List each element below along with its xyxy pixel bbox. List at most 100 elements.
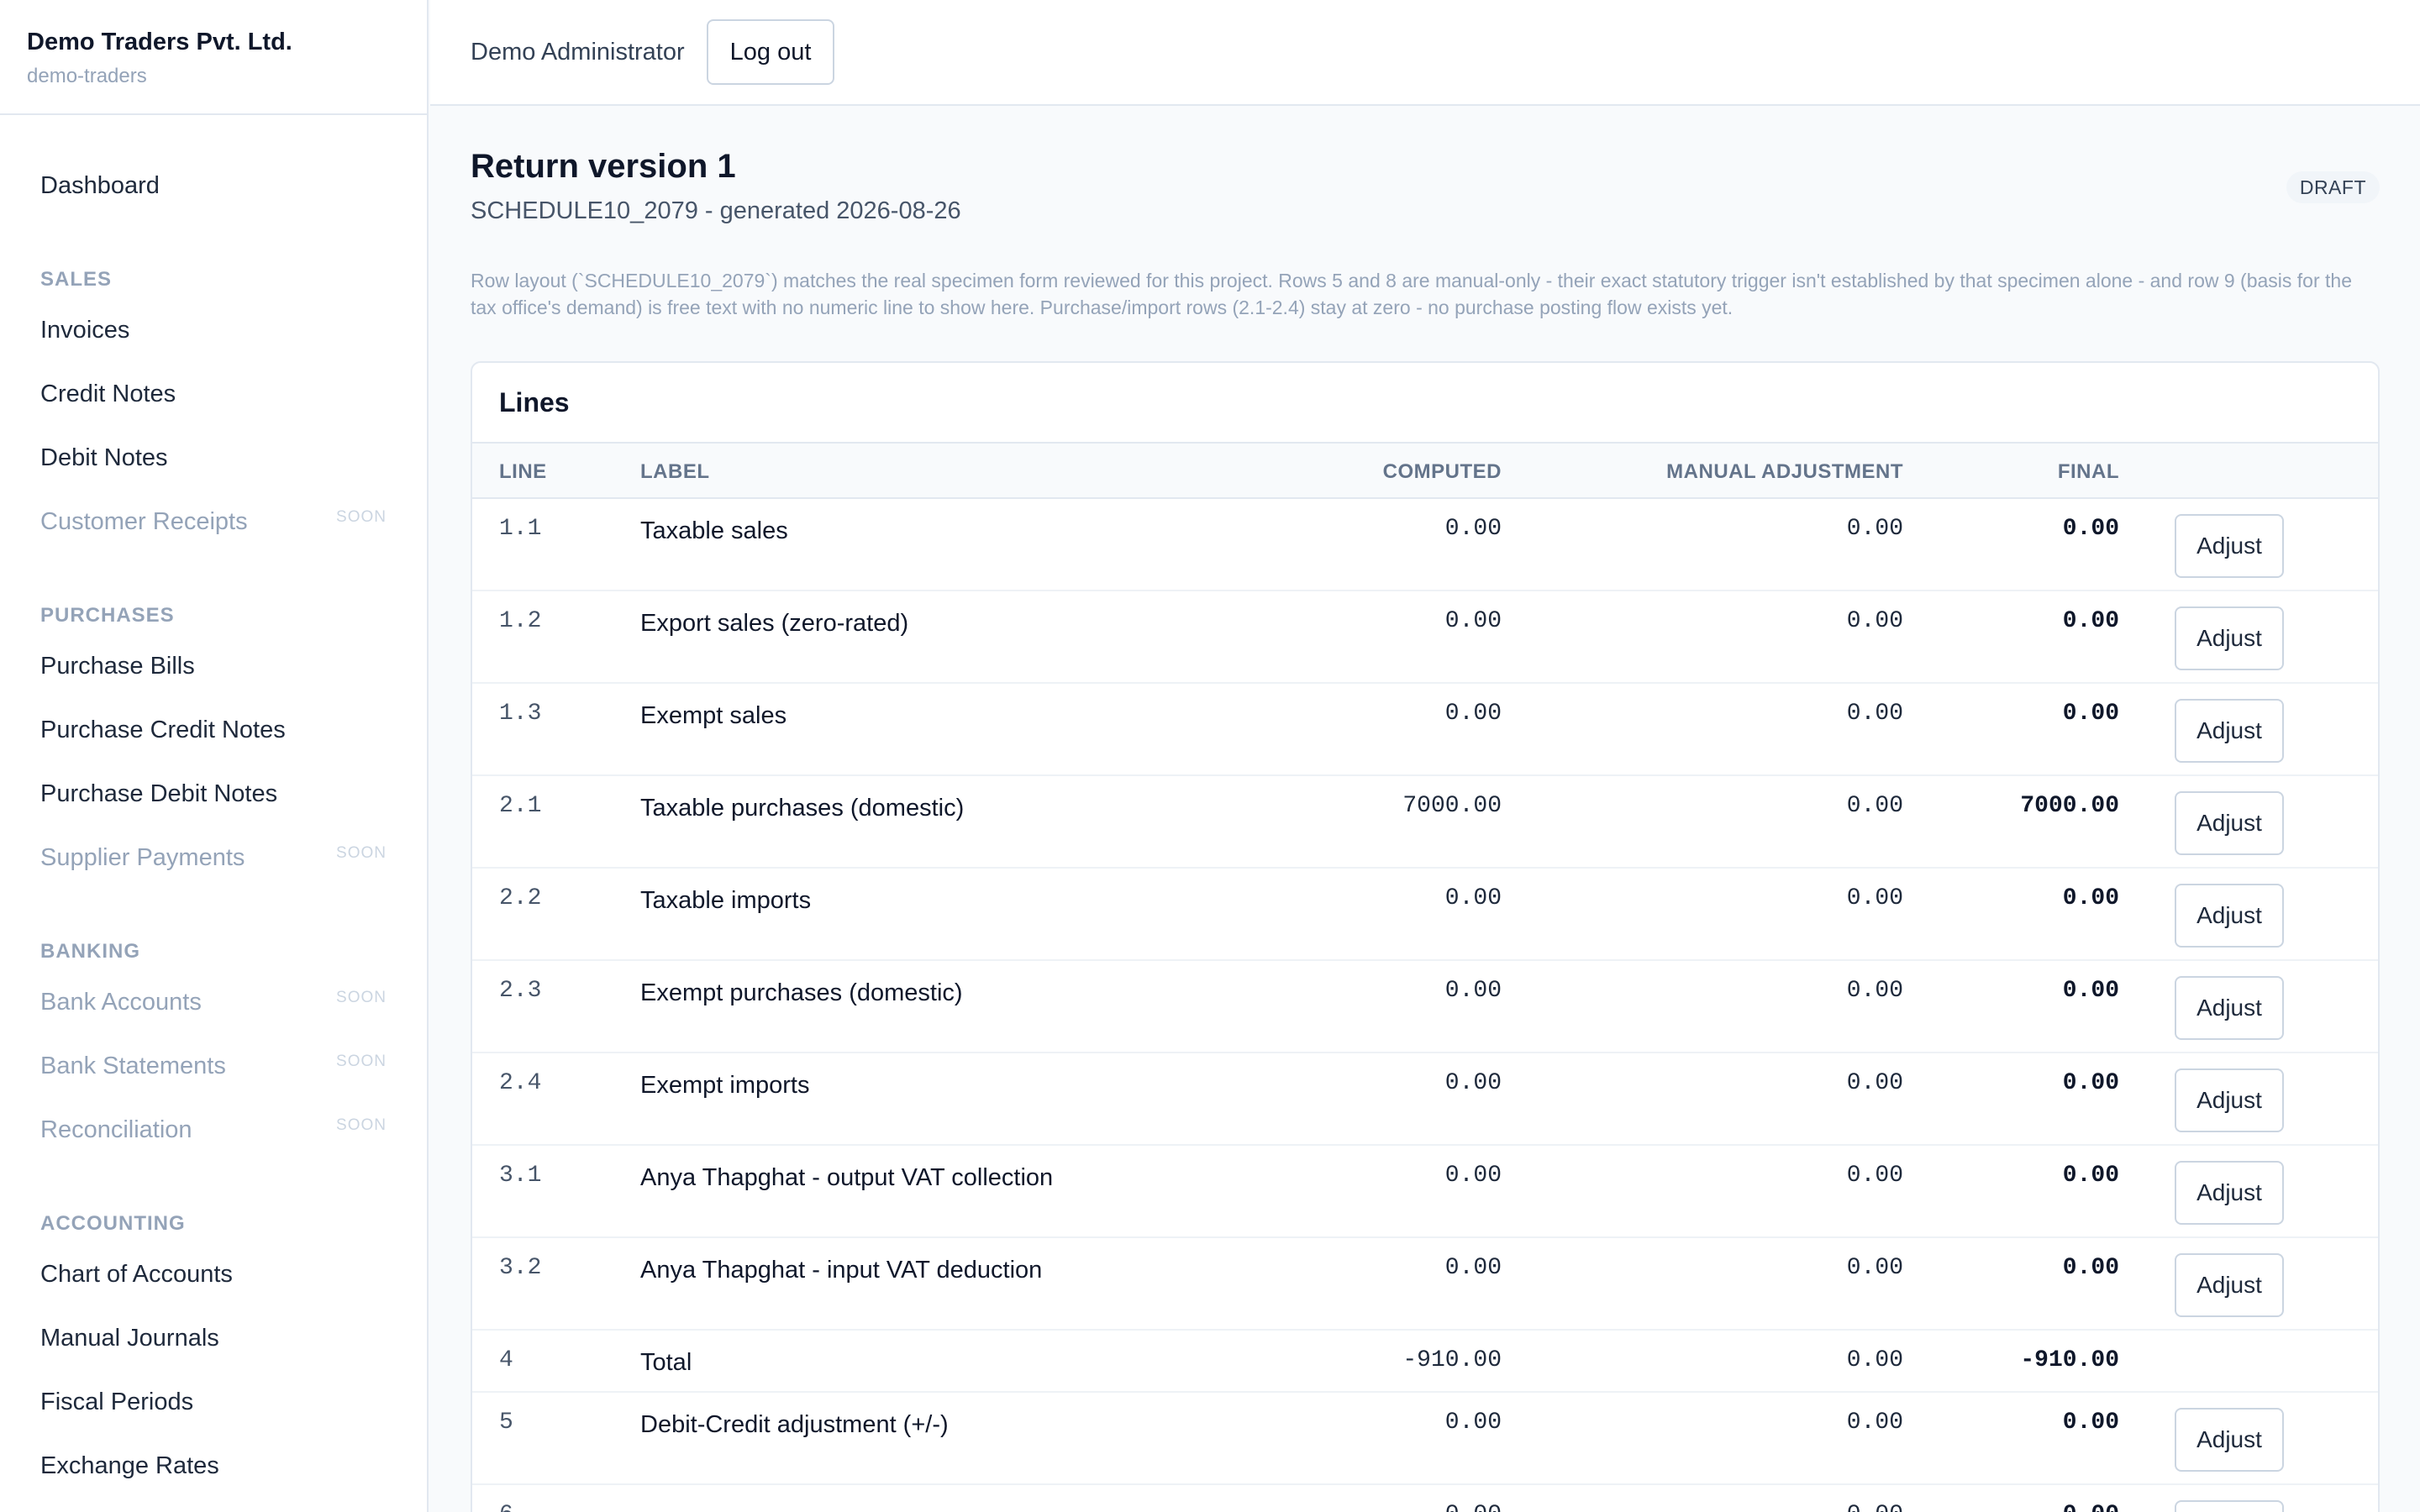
adjust-button[interactable]: Adjust xyxy=(2175,1500,2284,1512)
table-row: 4 Total -910.00 0.00 -910.00 xyxy=(472,1331,2378,1393)
sidebar-item-reconciliation: Reconciliation SOON xyxy=(0,1098,427,1162)
sidebar-item-purchase-credit-notes[interactable]: Purchase Credit Notes xyxy=(0,698,427,762)
main-content: Return version 1 SCHEDULE10_2079 - gener… xyxy=(430,106,2420,1512)
sidebar-section-banking: BANKING xyxy=(40,940,140,963)
top-bar: Demo Administrator Log out xyxy=(430,0,2420,106)
adjust-button[interactable]: Adjust xyxy=(2175,791,2284,855)
sidebar-item-exchange-rates[interactable]: Exchange Rates xyxy=(0,1434,427,1498)
computed-value: 0.00 xyxy=(1444,1255,1502,1281)
final-value: -910.00 xyxy=(2020,1347,2119,1373)
table-row: 3.2 Anya Thapghat - input VAT deduction 0.… xyxy=(472,1238,2378,1331)
manual-adjustment-value: 0.00 xyxy=(1846,701,1903,727)
soon-badge: SOON xyxy=(336,508,387,526)
sidebar-item-fiscal-periods[interactable]: Fiscal Periods xyxy=(0,1370,427,1434)
sidebar-item-customer-receipts: Customer Receipts SOON xyxy=(0,490,427,554)
manual-adjustment-value: 0.00 xyxy=(1847,1502,1903,1512)
adjust-button[interactable]: Adjust xyxy=(2175,1253,2284,1317)
final-value: 0.00 xyxy=(2062,516,2119,542)
adjust-button[interactable]: Adjust xyxy=(2175,1161,2284,1225)
line-label: Total xyxy=(640,1349,692,1376)
line-label: Anya Thapghat - output VAT collection xyxy=(640,1164,1054,1191)
sidebar-item-label: Debit Notes xyxy=(40,444,168,471)
line-number: 1.3 xyxy=(499,701,542,727)
manual-adjustment-value: 0.00 xyxy=(1846,793,1903,819)
adjust-button[interactable]: Adjust xyxy=(2175,606,2284,670)
line-number: 2.4 xyxy=(499,1070,542,1096)
table-row: 3.1 Anya Thapghat - output VAT collection… xyxy=(472,1146,2378,1238)
layout-note: Row layout (`SCHEDULE10_2079`) matches t… xyxy=(471,270,2352,318)
final-value: 0.00 xyxy=(2062,608,2119,634)
sidebar-item-label: Purchase Bills xyxy=(40,652,195,680)
line-number: 1.1 xyxy=(499,516,542,542)
page-title: Return version 1 xyxy=(471,148,736,185)
sidebar-item-invoices[interactable]: Invoices xyxy=(0,298,427,362)
sidebar-item-label: Customer Receipts xyxy=(40,507,248,535)
company-name: Demo Traders Pvt. Ltd. xyxy=(27,29,292,55)
manual-adjustment-value: 0.00 xyxy=(1846,1410,1903,1436)
sidebar-item-label: Bank Statements xyxy=(40,1052,226,1079)
sidebar-section-sales: SALES xyxy=(40,268,113,291)
manual-adjustment-value: 0.00 xyxy=(1846,1255,1903,1281)
soon-badge: SOON xyxy=(336,1116,387,1134)
sidebar-nav: Dashboard SALES Invoices Credit Notes Debit… xyxy=(0,115,427,1512)
adjust-button[interactable]: Adjust xyxy=(2175,976,2284,1040)
final-value: 0.00 xyxy=(2062,1255,2119,1281)
line-label: Taxable imports xyxy=(640,887,812,914)
final-value: 0.00 xyxy=(2062,1070,2119,1096)
company-slug: demo-traders xyxy=(27,65,147,87)
sidebar-item-label: Bank Accounts xyxy=(40,988,202,1016)
table-row: 1.2 Export sales (zero-rated) 0.00 0.00 0.00… xyxy=(472,591,2378,684)
line-label: Debit-Credit adjustment (+/-) xyxy=(640,1411,949,1438)
line-label: Exempt sales xyxy=(640,702,787,729)
line-label: Anya Thapghat - input VAT deduction xyxy=(640,1257,1043,1284)
line-number: 2.2 xyxy=(499,885,542,911)
adjust-button[interactable]: Adjust xyxy=(2175,1068,2284,1132)
manual-adjustment-value: 0.00 xyxy=(1846,978,1903,1004)
manual-adjustment-value: 0.00 xyxy=(1846,885,1903,911)
line-number: 6 xyxy=(499,1502,513,1512)
line-label: Exempt purchases (domestic) xyxy=(640,979,963,1006)
manual-adjustment-value: 0.00 xyxy=(1846,1070,1903,1096)
table-body: 1.1 Taxable sales 0.00 0.00 0.00 Adjust 1.2 Exp… xyxy=(472,499,2378,1512)
column-header-manual-adjustment: MANUAL ADJUSTMENT xyxy=(1666,460,1903,483)
table-row: 6 0.00 0.00 0.00 Adjust xyxy=(472,1485,2378,1512)
sidebar-item-purchase-debit-notes[interactable]: Purchase Debit Notes xyxy=(0,762,427,826)
table-header: LINE LABEL COMPUTED MANUAL ADJUSTMENT FI… xyxy=(472,444,2378,499)
sidebar-item-label: Supplier Payments xyxy=(40,843,245,871)
sidebar-item-label: Reconciliation xyxy=(40,1116,192,1143)
computed-value: 0.00 xyxy=(1445,1502,1502,1512)
computed-value: 0.00 xyxy=(1444,1410,1502,1436)
computed-value: 0.00 xyxy=(1444,1163,1502,1189)
sidebar-item-purchase-bills[interactable]: Purchase Bills xyxy=(0,634,427,698)
logout-button[interactable]: Log out xyxy=(706,19,835,85)
sidebar-item-manual-journals[interactable]: Manual Journals xyxy=(0,1306,427,1370)
adjust-button[interactable]: Adjust xyxy=(2175,514,2284,578)
manual-adjustment-value: 0.00 xyxy=(1846,1163,1903,1189)
line-label: Exempt imports xyxy=(640,1072,810,1099)
lines-card: Lines LINE LABEL COMPUTED MANUAL ADJUSTM… xyxy=(471,361,2380,1512)
line-number: 1.2 xyxy=(499,608,542,634)
final-value: 0.00 xyxy=(2063,1502,2119,1512)
adjust-button[interactable]: Adjust xyxy=(2175,884,2284,948)
computed-value: 0.00 xyxy=(1444,516,1502,542)
sidebar-item-supplier-payments: Supplier Payments SOON xyxy=(0,826,427,890)
computed-value: 0.00 xyxy=(1444,1070,1502,1096)
sidebar-item-chart-of-accounts[interactable]: Chart of Accounts xyxy=(0,1242,427,1306)
sidebar-item-label: Fiscal Periods xyxy=(40,1388,194,1415)
sidebar-item-dashboard[interactable]: Dashboard xyxy=(0,154,427,218)
sidebar-item-label: Manual Journals xyxy=(40,1324,219,1352)
status-badge: DRAFT xyxy=(2286,171,2380,203)
line-number: 2.3 xyxy=(499,978,542,1004)
sidebar-item-credit-notes[interactable]: Credit Notes xyxy=(0,362,427,426)
table-row: 2.4 Exempt imports 0.00 0.00 0.00 Adjust xyxy=(472,1053,2378,1146)
sidebar-item-debit-notes[interactable]: Debit Notes xyxy=(0,426,427,490)
line-number: 3.2 xyxy=(499,1255,542,1281)
computed-value: -910.00 xyxy=(1402,1347,1502,1373)
adjust-button[interactable]: Adjust xyxy=(2175,1408,2284,1472)
table-row: 1.1 Taxable sales 0.00 0.00 0.00 Adjust xyxy=(472,499,2378,591)
adjust-button[interactable]: Adjust xyxy=(2175,699,2284,763)
final-value: 7000.00 xyxy=(2020,793,2119,819)
brand: Demo Traders Pvt. Ltd. demo-traders xyxy=(0,0,427,115)
manual-adjustment-value: 0.00 xyxy=(1846,1347,1903,1373)
line-number: 5 xyxy=(499,1410,513,1436)
